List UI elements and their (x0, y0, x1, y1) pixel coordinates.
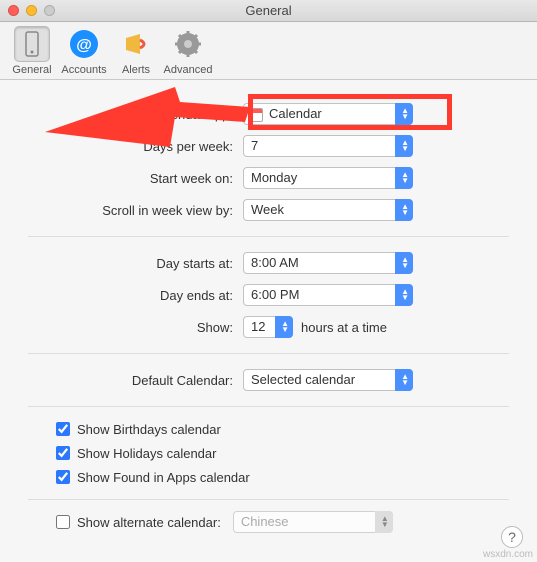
label-hours-at-time: hours at a time (301, 320, 387, 335)
label-show-found-apps: Show Found in Apps calendar (77, 470, 250, 485)
divider (28, 406, 509, 407)
start-week-value: Monday (251, 170, 297, 185)
show-found-apps-checkbox[interactable] (56, 470, 70, 484)
label-days-per-week: Days per week: (28, 139, 243, 154)
label-show-alternate: Show alternate calendar: (77, 515, 221, 530)
label-default-calendar: Default Calendar: (28, 373, 243, 388)
window-title: General (0, 3, 537, 18)
days-per-week-value: 7 (251, 138, 258, 153)
divider (28, 499, 509, 500)
content-pane: Default calendar app: Calendar ▲▼ Days p… (0, 80, 537, 562)
label-start-week: Start week on: (28, 171, 243, 186)
tab-alerts[interactable]: Alerts (110, 26, 162, 76)
show-birthdays-checkbox[interactable] (56, 422, 70, 436)
label-default-app: Default calendar app: (28, 107, 243, 122)
scroll-week-value: Week (251, 202, 284, 217)
tab-advanced[interactable]: Advanced (162, 26, 214, 76)
calendar-icon (249, 106, 267, 122)
titlebar: General (0, 0, 537, 22)
general-icon (14, 26, 50, 62)
show-holidays-checkbox[interactable] (56, 446, 70, 460)
label-scroll-week: Scroll in week view by: (28, 203, 243, 218)
tab-label: Advanced (162, 64, 214, 76)
divider (28, 353, 509, 354)
label-show-holidays: Show Holidays calendar (77, 446, 216, 461)
tab-general[interactable]: General (6, 26, 58, 76)
label-show-birthdays: Show Birthdays calendar (77, 422, 221, 437)
day-starts-value: 8:00 AM (251, 255, 299, 270)
accounts-icon: @ (66, 26, 102, 62)
alternate-calendar-value: Chinese (241, 514, 289, 529)
svg-text:@: @ (76, 37, 92, 54)
tab-label: Accounts (58, 64, 110, 76)
days-per-week-select[interactable] (243, 135, 413, 157)
tab-accounts[interactable]: @ Accounts (58, 26, 110, 76)
label-day-starts: Day starts at: (28, 256, 243, 271)
advanced-icon (170, 26, 206, 62)
watermark: wsxdn.com (483, 549, 533, 560)
show-alternate-checkbox[interactable] (56, 515, 70, 529)
toolbar: General @ Accounts Alerts Advanced (0, 22, 537, 80)
day-ends-value: 6:00 PM (251, 287, 299, 302)
label-show: Show: (28, 320, 243, 335)
label-day-ends: Day ends at: (28, 288, 243, 303)
tab-label: Alerts (110, 64, 162, 76)
default-app-value: Calendar (269, 106, 322, 121)
divider (28, 236, 509, 237)
tab-label: General (6, 64, 58, 76)
default-calendar-value: Selected calendar (251, 372, 355, 387)
help-button[interactable]: ? (501, 526, 523, 548)
show-hours-value: 12 (251, 319, 265, 334)
alerts-icon (118, 26, 154, 62)
